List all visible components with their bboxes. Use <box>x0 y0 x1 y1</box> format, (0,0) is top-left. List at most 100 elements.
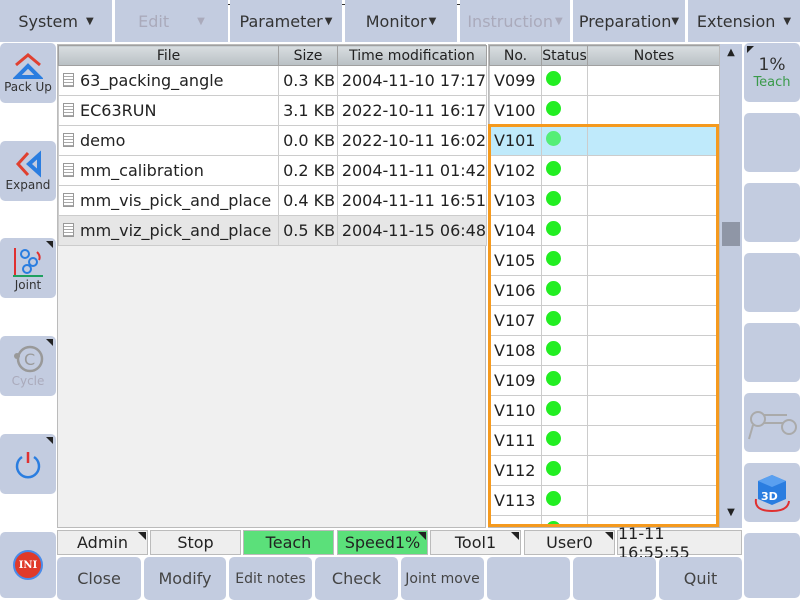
chevron-down-icon: ▼ <box>85 15 94 27</box>
scroll-up-icon[interactable]: ▲ <box>720 47 742 58</box>
svg-text:C: C <box>24 350 35 369</box>
variable-status-cell <box>541 335 588 366</box>
file-row[interactable]: mm_calibration 0.2 KB 2004-11-11 01:42 <box>57 155 488 186</box>
speed-mode-button[interactable]: 1% Teach <box>744 43 800 102</box>
datetime-label: 11-11 16:55:55 <box>618 523 690 562</box>
file-name: mm_vis_pick_and_place <box>80 191 272 210</box>
cycle-label: Cycle <box>11 374 45 388</box>
variable-row[interactable]: V110 <box>489 395 719 426</box>
column-header-status[interactable]: Status <box>541 45 588 66</box>
variable-notes-cell <box>587 365 719 396</box>
variable-row[interactable]: V112 <box>489 455 719 486</box>
variable-notes-cell <box>587 305 719 336</box>
variable-row[interactable]: V101 <box>489 125 719 156</box>
bottom-button-7[interactable] <box>573 557 656 600</box>
datetime-status: 11-11 16:55:55 <box>617 524 742 562</box>
right-button-3[interactable] <box>744 183 800 242</box>
file-size-cell: 3.1 KB <box>278 95 338 126</box>
speed-status[interactable]: Speed1% <box>337 530 428 555</box>
menu-label: Preparation <box>578 11 672 31</box>
user-status[interactable]: Admin <box>57 530 148 555</box>
file-icon <box>63 73 74 87</box>
variable-row[interactable]: V100 <box>489 95 719 126</box>
variable-row[interactable]: V113 <box>489 485 719 516</box>
variable-row[interactable]: V099 <box>489 65 719 96</box>
variable-status-cell <box>541 395 588 426</box>
status-dot-icon <box>546 491 561 506</box>
bottom-button-6[interactable] <box>487 557 570 600</box>
close-button[interactable]: Close <box>57 557 141 600</box>
chevron-down-icon: ▼ <box>324 15 333 27</box>
scrollbar-thumb[interactable] <box>722 222 740 246</box>
file-row[interactable]: EC63RUN 3.1 KB 2022-10-11 16:17 <box>57 95 488 126</box>
file-time-cell: 2022-10-11 16:02 <box>336 125 488 156</box>
variable-no-cell: V109 <box>489 365 542 396</box>
right-button-4[interactable] <box>744 253 800 312</box>
chevron-down-icon: ▼ <box>428 15 437 27</box>
modify-button[interactable]: Modify <box>144 557 226 600</box>
3d-view-button[interactable]: 3D <box>744 463 800 522</box>
menu-edit: Edit ▼ <box>115 0 228 42</box>
power-button[interactable] <box>0 434 56 494</box>
variable-no-cell: V106 <box>489 275 542 306</box>
menu-parameter[interactable]: Parameter ▼ <box>230 0 342 42</box>
expand-button[interactable]: Expand <box>0 141 56 201</box>
menu-extension[interactable]: Extension ▼ <box>688 0 800 42</box>
status-dot-icon <box>546 101 561 116</box>
status-dot-icon <box>546 431 561 446</box>
tool-label: Tool1 <box>454 533 497 552</box>
variable-row[interactable]: V107 <box>489 305 719 336</box>
variable-notes-cell <box>587 485 719 516</box>
file-row[interactable]: mm_vis_pick_and_place 0.4 KB 2004-11-11 16… <box>57 185 488 216</box>
variable-row[interactable]: V102 <box>489 155 719 186</box>
column-header-size[interactable]: Size <box>278 45 338 66</box>
scrollbar[interactable]: ▲ ▼ <box>720 44 742 528</box>
file-name: demo <box>80 131 126 150</box>
speed-value: 1% <box>758 55 786 75</box>
file-row[interactable]: demo 0.0 KB 2022-10-11 16:02 <box>57 125 488 156</box>
check-button[interactable]: Check <box>315 557 398 600</box>
file-name-cell: 63_packing_angle <box>57 65 280 96</box>
scroll-down-icon[interactable]: ▼ <box>720 507 742 518</box>
column-header-no[interactable]: No. <box>489 45 542 66</box>
chevron-down-icon: ▼ <box>671 15 680 27</box>
menu-instruction: Instruction ▼ <box>460 0 570 42</box>
variable-row[interactable]: V104 <box>489 215 719 246</box>
variable-row[interactable]: V103 <box>489 185 719 216</box>
file-row[interactable]: mm_viz_pick_and_place 0.5 KB 2004-11-15 06… <box>57 215 488 246</box>
variable-row[interactable]: V111 <box>489 425 719 456</box>
file-name-cell: EC63RUN <box>57 95 280 126</box>
variable-row[interactable]: V105 <box>489 245 719 276</box>
variable-status-cell <box>541 305 588 336</box>
variable-notes-cell <box>587 155 719 186</box>
column-header-time[interactable]: Time modification <box>336 45 488 66</box>
joint-button[interactable]: Joint <box>0 238 56 298</box>
status-dot-icon <box>546 131 561 146</box>
variable-row[interactable]: V109 <box>489 365 719 396</box>
variable-notes-cell <box>587 215 719 246</box>
file-row[interactable]: 63_packing_angle 0.3 KB 2004-11-10 17:17 <box>57 65 488 96</box>
variable-row[interactable]: V108 <box>489 335 719 366</box>
file-icon <box>63 163 74 177</box>
menu-preparation[interactable]: Preparation ▼ <box>573 0 685 42</box>
ini-button[interactable]: INI <box>0 532 56 598</box>
menu-system[interactable]: System ▼ <box>0 0 112 42</box>
right-button-5[interactable] <box>744 323 800 382</box>
status-dot-icon <box>546 221 561 236</box>
user-frame-status[interactable]: User0 <box>524 530 615 555</box>
column-header-file[interactable]: File <box>57 45 280 66</box>
column-header-notes[interactable]: Notes <box>587 45 719 66</box>
variable-row[interactable]: V106 <box>489 275 719 306</box>
file-size-cell: 0.5 KB <box>278 215 338 246</box>
pack-up-button[interactable]: Pack Up <box>0 43 56 103</box>
joint-move-button[interactable]: Joint move <box>401 557 484 600</box>
corner-marker <box>605 532 613 540</box>
menu-label: Parameter <box>239 11 323 31</box>
menu-monitor[interactable]: Monitor ▼ <box>345 0 457 42</box>
edit-notes-button[interactable]: Edit notes <box>229 557 312 600</box>
corner-marker <box>46 241 53 248</box>
tool-status[interactable]: Tool1 <box>430 530 521 555</box>
right-button-2[interactable] <box>744 113 800 172</box>
quit-button[interactable]: Quit <box>659 557 742 600</box>
right-button-8[interactable] <box>744 533 800 598</box>
